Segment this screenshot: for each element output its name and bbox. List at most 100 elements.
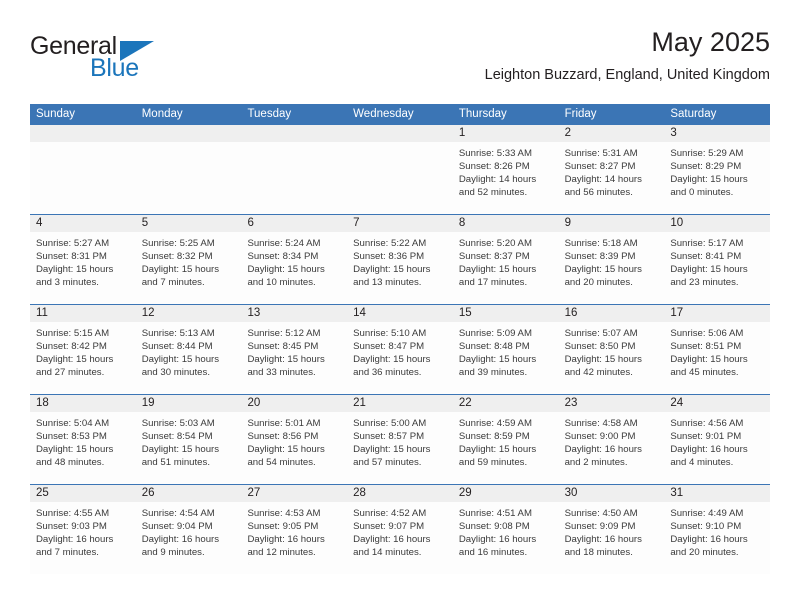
day-cell[interactable]: Sunrise: 5:06 AM Sunset: 8:51 PM Daylight:… xyxy=(664,322,770,394)
day-number[interactable]: 5 xyxy=(136,215,242,232)
day-number[interactable]: 28 xyxy=(347,485,453,502)
day-cell[interactable]: Sunrise: 5:18 AM Sunset: 8:39 PM Daylight:… xyxy=(559,232,665,304)
day-number[interactable]: 21 xyxy=(347,395,453,412)
day-daylight-line-text: and 51 minutes. xyxy=(141,457,210,469)
day-daylight-line-text: Daylight: 16 hours xyxy=(36,534,114,546)
weekday-header-monday: Monday xyxy=(141,108,183,120)
day-number[interactable]: 9 xyxy=(559,215,665,232)
day-sunrise-text: Sunrise: 5:17 AM xyxy=(670,238,744,249)
day-cell[interactable]: Sunrise: 5:29 AM Sunset: 8:29 PM Daylight:… xyxy=(664,142,770,214)
day-number[interactable]: 25 xyxy=(30,485,136,502)
day-cell[interactable]: Sunrise: 5:17 AM Sunset: 8:41 PM Daylight:… xyxy=(664,232,770,304)
day-sunset-text: Sunset: 9:10 PM xyxy=(670,521,742,533)
day-number[interactable]: 3 xyxy=(664,125,770,142)
day-cell[interactable]: Sunrise: 4:58 AM Sunset: 9:00 PM Daylight:… xyxy=(559,412,665,484)
calendar-page: General Blue May 2025 Leighton Buzzard, … xyxy=(0,0,792,612)
day-number[interactable]: 23 xyxy=(559,395,665,412)
day-sunrise-text: Sunrise: 5:22 AM xyxy=(353,238,427,249)
day-sunrise-text: Sunrise: 5:03 AM xyxy=(141,418,215,429)
day-number[interactable]: 8 xyxy=(453,215,559,232)
day-daylight-line-text: Daylight: 15 hours xyxy=(141,444,220,456)
day-cell[interactable]: Sunrise: 5:20 AM Sunset: 8:37 PM Daylight:… xyxy=(453,232,559,304)
calendar-weeks: 1 2 3 Sunrise: 5:33 AM Sunset: 8:26 PM Daylig… xyxy=(30,125,770,574)
day-sunset-text: Sunset: 9:05 PM xyxy=(247,521,319,533)
day-info-band: Sunrise: 5:27 AM Sunset: 8:31 PM Daylight:… xyxy=(30,232,770,304)
day-daylight-line-text: and 14 minutes. xyxy=(353,547,422,559)
day-number[interactable]: 11 xyxy=(30,305,136,322)
day-cell[interactable]: Sunrise: 5:01 AM Sunset: 8:56 PM Daylight:… xyxy=(241,412,347,484)
calendar-week-row: 1 2 3 Sunrise: 5:33 AM Sunset: 8:26 PM Daylig… xyxy=(30,125,770,215)
day-sunrise-text: Sunrise: 5:12 AM xyxy=(247,328,321,339)
day-daylight-line-text: and 3 minutes. xyxy=(36,277,99,289)
day-cell[interactable]: Sunrise: 5:25 AM Sunset: 8:32 PM Daylight:… xyxy=(136,232,242,304)
day-daylight-line-text: and 52 minutes. xyxy=(458,187,528,199)
day-sunrise-text: Sunrise: 5:29 AM xyxy=(670,148,744,159)
day-number[interactable]: 24 xyxy=(664,395,770,412)
day-number[interactable]: 15 xyxy=(453,305,559,322)
day-cell[interactable]: Sunrise: 5:00 AM Sunset: 8:57 PM Daylight:… xyxy=(347,412,453,484)
day-cell[interactable]: Sunrise: 4:55 AM Sunset: 9:03 PM Daylight:… xyxy=(30,502,136,574)
day-sunrise-text: Sunrise: 5:15 AM xyxy=(36,328,110,339)
day-cell[interactable]: Sunrise: 4:50 AM Sunset: 9:09 PM Daylight:… xyxy=(559,502,665,574)
day-number[interactable]: 16 xyxy=(559,305,665,322)
day-number[interactable]: 18 xyxy=(30,395,136,412)
day-number[interactable]: 12 xyxy=(136,305,242,322)
day-cell[interactable]: Sunrise: 4:56 AM Sunset: 9:01 PM Daylight:… xyxy=(664,412,770,484)
day-cell-empty xyxy=(347,142,453,214)
day-number[interactable]: 6 xyxy=(241,215,347,232)
day-number[interactable]: 30 xyxy=(559,485,665,502)
day-cell[interactable]: Sunrise: 4:52 AM Sunset: 9:07 PM Daylight:… xyxy=(347,502,453,574)
day-number[interactable]: 22 xyxy=(453,395,559,412)
day-daylight-line-text: Daylight: 15 hours xyxy=(458,444,537,456)
day-daylight-line-text: Daylight: 14 hours xyxy=(564,174,642,186)
day-daylight-line-text: and 39 minutes. xyxy=(458,367,528,379)
day-cell[interactable]: Sunrise: 5:27 AM Sunset: 8:31 PM Daylight:… xyxy=(30,232,136,304)
day-number[interactable]: 10 xyxy=(664,215,770,232)
day-daylight-line-text: and 54 minutes. xyxy=(247,457,316,469)
day-cell[interactable]: Sunrise: 5:10 AM Sunset: 8:47 PM Daylight:… xyxy=(347,322,453,394)
day-daylight-line-text: Daylight: 16 hours xyxy=(141,534,220,546)
day-number[interactable]: 20 xyxy=(241,395,347,412)
calendar-week-row: 18 19 20 21 22 23 24 Sunrise: 5:04 AM Sunset: 8:… xyxy=(30,395,770,485)
day-daylight-line-text: Daylight: 15 hours xyxy=(670,354,748,366)
day-number[interactable]: 1 xyxy=(453,125,559,142)
day-daylight-line-text: and 45 minutes. xyxy=(670,367,739,379)
day-cell[interactable]: Sunrise: 5:09 AM Sunset: 8:48 PM Daylight:… xyxy=(453,322,559,394)
calendar-week-row: 25 26 27 28 29 30 31 Sunrise: 4:55 AM Sunset: 9:… xyxy=(30,485,770,574)
day-number[interactable]: 2 xyxy=(559,125,665,142)
day-cell[interactable]: Sunrise: 5:22 AM Sunset: 8:36 PM Daylight:… xyxy=(347,232,453,304)
day-cell[interactable]: Sunrise: 4:49 AM Sunset: 9:10 PM Daylight:… xyxy=(664,502,770,574)
day-cell[interactable]: Sunrise: 4:53 AM Sunset: 9:05 PM Daylight:… xyxy=(241,502,347,574)
day-number[interactable]: 26 xyxy=(136,485,242,502)
day-cell[interactable]: Sunrise: 5:15 AM Sunset: 8:42 PM Daylight:… xyxy=(30,322,136,394)
day-cell[interactable]: Sunrise: 5:03 AM Sunset: 8:54 PM Daylight:… xyxy=(136,412,242,484)
day-cell[interactable]: Sunrise: 5:04 AM Sunset: 8:53 PM Daylight:… xyxy=(30,412,136,484)
day-number[interactable]: 13 xyxy=(241,305,347,322)
day-cell[interactable]: Sunrise: 4:51 AM Sunset: 9:08 PM Daylight:… xyxy=(453,502,559,574)
day-number[interactable]: 17 xyxy=(664,305,770,322)
day-cell[interactable]: Sunrise: 5:31 AM Sunset: 8:27 PM Daylight:… xyxy=(559,142,665,214)
day-number-empty xyxy=(136,125,242,142)
day-sunrise-text: Sunrise: 4:58 AM xyxy=(564,418,638,429)
day-cell[interactable]: Sunrise: 5:33 AM Sunset: 8:26 PM Daylight:… xyxy=(453,142,559,214)
day-cell[interactable]: Sunrise: 5:24 AM Sunset: 8:34 PM Daylight:… xyxy=(241,232,347,304)
day-number[interactable]: 27 xyxy=(241,485,347,502)
day-sunrise-text: Sunrise: 4:54 AM xyxy=(141,508,215,519)
day-cell[interactable]: Sunrise: 4:59 AM Sunset: 8:59 PM Daylight:… xyxy=(453,412,559,484)
day-daylight-line-text: Daylight: 15 hours xyxy=(36,264,114,276)
day-daylight-line-text: Daylight: 15 hours xyxy=(458,264,537,276)
day-cell[interactable]: Sunrise: 5:13 AM Sunset: 8:44 PM Daylight:… xyxy=(136,322,242,394)
day-daylight-line-text: Daylight: 15 hours xyxy=(670,264,748,276)
day-sunrise-text: Sunrise: 5:00 AM xyxy=(353,418,427,429)
day-cell[interactable]: Sunrise: 5:07 AM Sunset: 8:50 PM Daylight:… xyxy=(559,322,665,394)
day-number[interactable]: 31 xyxy=(664,485,770,502)
day-number[interactable]: 14 xyxy=(347,305,453,322)
calendar-week-row: 11 12 13 14 15 16 17 Sunrise: 5:15 AM Sunset: 8:… xyxy=(30,305,770,395)
day-daylight-line-text: and 16 minutes. xyxy=(458,547,528,559)
day-number[interactable]: 4 xyxy=(30,215,136,232)
day-cell[interactable]: Sunrise: 5:12 AM Sunset: 8:45 PM Daylight:… xyxy=(241,322,347,394)
day-number[interactable]: 29 xyxy=(453,485,559,502)
day-number[interactable]: 7 xyxy=(347,215,453,232)
day-number[interactable]: 19 xyxy=(136,395,242,412)
day-cell[interactable]: Sunrise: 4:54 AM Sunset: 9:04 PM Daylight:… xyxy=(136,502,242,574)
